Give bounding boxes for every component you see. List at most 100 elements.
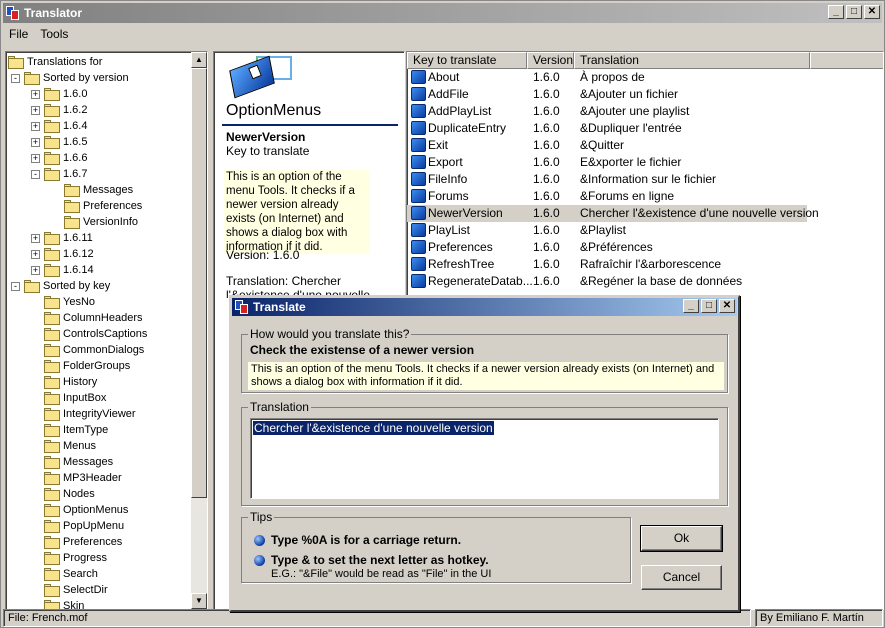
col-header-version[interactable]: Version bbox=[527, 52, 574, 69]
list-row[interactable]: RegenerateDatab... 1.6.0 &Regéner la base … bbox=[407, 273, 807, 290]
key-icon bbox=[411, 138, 426, 152]
tree-key-node[interactable]: Messages bbox=[44, 454, 113, 470]
key-icon bbox=[411, 274, 426, 288]
tree-key-node[interactable]: ItemType bbox=[44, 422, 108, 438]
tree-leaf-node[interactable]: Preferences bbox=[64, 198, 142, 214]
tree-key-node[interactable]: Progress bbox=[44, 550, 107, 566]
folder-icon bbox=[44, 567, 60, 581]
expand-icon[interactable]: + bbox=[31, 265, 40, 275]
row-translation: Rafraîchir l'&arborescence bbox=[580, 257, 722, 271]
scroll-up-button[interactable]: ▲ bbox=[191, 52, 207, 68]
translation-tree[interactable]: ▲ ▼ Translations for - Sorted by version +1… bbox=[5, 51, 208, 610]
tree-version-node[interactable]: +1.6.5 bbox=[31, 134, 87, 150]
tree-version-node[interactable]: +1.6.12 bbox=[31, 246, 94, 262]
dialog-minimize-button[interactable]: _ bbox=[683, 299, 699, 313]
tree-key-node[interactable]: InputBox bbox=[44, 390, 106, 406]
scroll-thumb[interactable] bbox=[191, 68, 207, 498]
tree-key-node[interactable]: OptionMenus bbox=[44, 502, 128, 518]
expand-icon[interactable]: + bbox=[31, 153, 40, 163]
row-version: 1.6.0 bbox=[533, 240, 560, 254]
tree-node-label: 1.6.7 bbox=[63, 168, 88, 180]
tree-node-label: ColumnHeaders bbox=[63, 312, 143, 324]
tree-key-node[interactable]: PopUpMenu bbox=[44, 518, 124, 534]
collapse-icon[interactable]: - bbox=[31, 169, 40, 179]
col-header-key[interactable]: Key to translate bbox=[407, 52, 527, 69]
tree-key-node[interactable]: CommonDialogs bbox=[44, 342, 144, 358]
row-key: FileInfo bbox=[428, 172, 468, 186]
row-version: 1.6.0 bbox=[533, 257, 560, 271]
key-icon bbox=[411, 121, 426, 135]
tree-version-node[interactable]: +1.6.0 bbox=[31, 86, 87, 102]
list-row[interactable]: AddPlayList 1.6.0 &Ajouter une playlist bbox=[407, 103, 807, 120]
tree-root[interactable]: Translations for bbox=[8, 54, 102, 70]
expand-icon[interactable]: + bbox=[31, 89, 40, 99]
ok-button[interactable]: Ok bbox=[640, 525, 723, 552]
minimize-button[interactable]: _ bbox=[828, 5, 844, 19]
tree-key-node[interactable]: YesNo bbox=[44, 294, 95, 310]
tree-scrollbar[interactable]: ▲ ▼ bbox=[191, 52, 207, 609]
tree-version-node[interactable]: +1.6.2 bbox=[31, 102, 87, 118]
tree-key-node[interactable]: MP3Header bbox=[44, 470, 122, 486]
tree-key-node[interactable]: History bbox=[44, 374, 97, 390]
tree-version-node[interactable]: +1.6.6 bbox=[31, 150, 87, 166]
tree-version-node[interactable]: +1.6.14 bbox=[31, 262, 94, 278]
expand-icon[interactable]: + bbox=[31, 249, 40, 259]
dialog-maximize-button[interactable]: □ bbox=[701, 299, 717, 313]
cancel-button[interactable]: Cancel bbox=[641, 565, 722, 590]
list-row[interactable]: PlayList 1.6.0 &Playlist bbox=[407, 222, 807, 239]
tree-version-node[interactable]: +1.6.11 bbox=[31, 230, 93, 246]
close-button[interactable]: ✕ bbox=[864, 5, 880, 19]
tree-key-node[interactable]: Preferences bbox=[44, 534, 122, 550]
key-icon bbox=[411, 223, 426, 237]
dialog-close-button[interactable]: ✕ bbox=[719, 299, 735, 313]
expand-icon[interactable]: + bbox=[31, 121, 40, 131]
list-row[interactable]: Exit 1.6.0 &Quitter bbox=[407, 137, 807, 154]
tree-sorted-by-key[interactable]: - Sorted by key bbox=[11, 278, 110, 294]
folder-icon bbox=[44, 551, 60, 565]
menu-file[interactable]: File bbox=[3, 27, 34, 41]
tree-sorted-by-version[interactable]: - Sorted by version bbox=[11, 70, 129, 86]
tree-version-node[interactable]: - 1.6.7 bbox=[31, 166, 87, 182]
tree-key-node[interactable]: ControlsCaptions bbox=[44, 326, 147, 342]
folder-icon bbox=[44, 359, 60, 373]
translation-textbox[interactable]: Chercher l'&existence d'une nouvelle ver… bbox=[250, 418, 719, 499]
tree-key-node[interactable]: Search bbox=[44, 566, 98, 582]
expand-icon[interactable]: + bbox=[31, 137, 40, 147]
main-titlebar[interactable]: Translator _ □ ✕ bbox=[3, 3, 882, 23]
row-key: AddPlayList bbox=[428, 104, 492, 118]
col-header-translation[interactable]: Translation bbox=[574, 52, 810, 69]
folder-icon bbox=[44, 263, 60, 277]
maximize-button[interactable]: □ bbox=[846, 5, 862, 19]
menu-tools[interactable]: Tools bbox=[34, 27, 74, 41]
dialog-titlebar[interactable]: Translate _ □ ✕ bbox=[232, 298, 737, 316]
list-row[interactable]: About 1.6.0 À propos de bbox=[407, 69, 807, 86]
row-version: 1.6.0 bbox=[533, 172, 560, 186]
key-icon bbox=[411, 240, 426, 254]
tree-key-node[interactable]: ColumnHeaders bbox=[44, 310, 142, 326]
collapse-icon[interactable]: - bbox=[11, 281, 20, 291]
key-icon bbox=[411, 257, 426, 271]
tree-node-label: 1.6.2 bbox=[63, 104, 88, 116]
list-row[interactable]: Export 1.6.0 E&xporter le fichier bbox=[407, 154, 807, 171]
tree-key-node[interactable]: Nodes bbox=[44, 486, 95, 502]
tree-key-node[interactable]: FolderGroups bbox=[44, 358, 130, 374]
list-row[interactable]: NewerVersion 1.6.0 Chercher l'&existence d… bbox=[407, 205, 819, 222]
tree-key-node[interactable]: IntegrityViewer bbox=[44, 406, 136, 422]
tree-version-node[interactable]: +1.6.4 bbox=[31, 118, 87, 134]
list-row[interactable]: AddFile 1.6.0 &Ajouter un fichier bbox=[407, 86, 807, 103]
tree-node-label: MP3Header bbox=[63, 472, 122, 484]
tree-key-node[interactable]: Menus bbox=[44, 438, 96, 454]
list-row[interactable]: RefreshTree 1.6.0 Rafraîchir l'&arborescen… bbox=[407, 256, 807, 273]
list-row[interactable]: Forums 1.6.0 &Forums en ligne bbox=[407, 188, 807, 205]
list-row[interactable]: Preferences 1.6.0 &Préférences bbox=[407, 239, 807, 256]
expand-icon[interactable]: + bbox=[31, 233, 40, 243]
tree-leaf-node[interactable]: Messages bbox=[64, 182, 133, 198]
list-row[interactable]: FileInfo 1.6.0 &Information sur le fichier bbox=[407, 171, 807, 188]
row-key: NewerVersion bbox=[428, 206, 503, 220]
collapse-icon[interactable]: - bbox=[11, 73, 20, 83]
expand-icon[interactable]: + bbox=[31, 105, 40, 115]
tree-leaf-node[interactable]: VersionInfo bbox=[64, 214, 138, 230]
list-row[interactable]: DuplicateEntry 1.6.0 &Dupliquer l'entrée bbox=[407, 120, 807, 137]
scroll-down-button[interactable]: ▼ bbox=[191, 593, 207, 609]
tree-key-node[interactable]: SelectDir bbox=[44, 582, 108, 598]
